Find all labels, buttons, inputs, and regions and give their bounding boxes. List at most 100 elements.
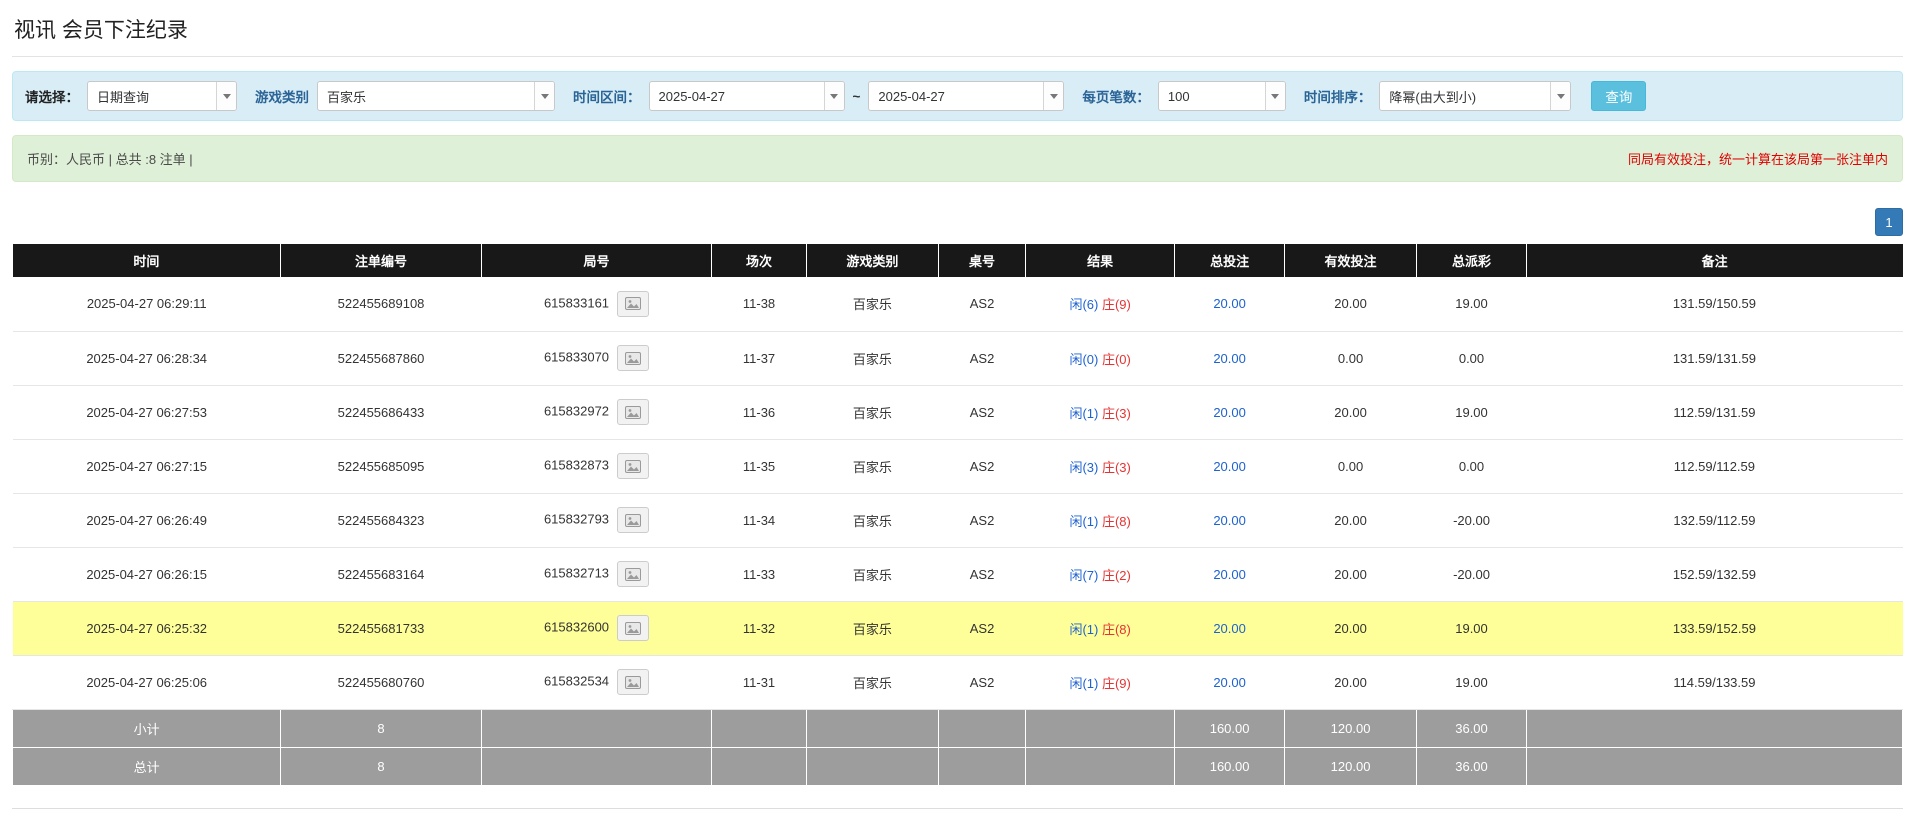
cell-round-id: 615832713 <box>481 547 712 602</box>
cell-table-no: AS2 <box>938 601 1026 656</box>
image-icon <box>625 621 642 635</box>
round-id-value: 615832534 <box>543 673 610 689</box>
chevron-down-icon[interactable] <box>1550 82 1571 110</box>
cell-total-bet: 20.00 <box>1174 547 1285 602</box>
total-count: 8 <box>280 746 482 786</box>
subtotal-payout: 36.00 <box>1416 708 1527 748</box>
game-type-select[interactable]: 百家乐 <box>317 81 555 111</box>
chevron-down-icon[interactable] <box>823 82 844 110</box>
subtotal-empty <box>938 708 1026 748</box>
header-note: 备注 <box>1525 244 1903 277</box>
cell-table-no: AS2 <box>938 547 1026 602</box>
cell-game-type: 百家乐 <box>806 601 939 656</box>
round-image-button[interactable] <box>617 507 650 533</box>
search-button[interactable]: 查询 <box>1591 81 1647 111</box>
cell-note: 112.59/131.59 <box>1526 385 1903 440</box>
total-row: 总计 8 160.00 120.00 36.00 <box>11 746 1904 786</box>
round-image-button[interactable] <box>617 453 650 479</box>
page-title: 视讯 会员下注纪录 <box>12 12 1903 57</box>
page-size-value: 100 <box>1167 88 1190 104</box>
result-banker: 庄(8) <box>1101 513 1131 529</box>
query-type-select[interactable]: 日期查询 <box>87 81 237 111</box>
table-row: 2025-04-27 06:25:32 522455681733 615832600… <box>12 601 1903 656</box>
cell-note: 131.59/131.59 <box>1526 331 1903 386</box>
cell-session: 11-31 <box>711 655 807 710</box>
header-result: 结果 <box>1024 244 1175 277</box>
header-total-bet: 总投注 <box>1174 244 1285 277</box>
total-empty <box>1525 746 1904 786</box>
total-bet-link[interactable]: 20.00 <box>1213 513 1246 528</box>
round-image-button[interactable] <box>617 345 650 371</box>
total-payout: 36.00 <box>1416 746 1527 786</box>
cell-bet-id: 522455683164 <box>280 547 482 602</box>
total-bet-link[interactable]: 20.00 <box>1213 567 1246 582</box>
date-to-picker[interactable]: 2025-04-27 <box>868 81 1065 111</box>
chevron-down-icon[interactable] <box>216 82 236 110</box>
summary-text: 币别：人民币 | 总共 :8 注单 | <box>27 152 193 167</box>
result-banker: 庄(9) <box>1101 297 1131 313</box>
cell-session: 11-38 <box>711 277 807 332</box>
round-image-button[interactable] <box>617 561 650 587</box>
cell-time: 2025-04-27 06:25:06 <box>12 655 281 710</box>
cell-session: 11-35 <box>711 439 807 494</box>
round-id-value: 615833161 <box>543 295 610 311</box>
cell-time: 2025-04-27 06:26:49 <box>12 493 281 548</box>
total-bet-link[interactable]: 20.00 <box>1213 296 1246 311</box>
total-bet-link[interactable]: 20.00 <box>1213 621 1246 636</box>
date-from-picker[interactable]: 2025-04-27 <box>648 81 845 111</box>
cell-time: 2025-04-27 06:28:34 <box>12 331 281 386</box>
cell-valid-bet: 20.00 <box>1284 277 1417 332</box>
total-empty <box>480 746 713 786</box>
cell-time: 2025-04-27 06:29:11 <box>12 277 281 332</box>
cell-result: 闲(6) 庄(9) <box>1025 277 1175 332</box>
image-icon <box>625 405 642 419</box>
total-bet-link[interactable]: 20.00 <box>1213 459 1246 474</box>
total-empty <box>805 746 940 786</box>
total-bet-link[interactable]: 20.00 <box>1213 405 1246 420</box>
image-icon <box>625 675 642 689</box>
header-game-type: 游戏类别 <box>805 244 939 277</box>
subtotal-empty <box>805 708 940 748</box>
cell-payout: -20.00 <box>1416 493 1527 548</box>
summary-notice: 同局有效投注，统一计算在该局第一张注单内 <box>1627 152 1888 167</box>
bottom-divider <box>12 807 1903 818</box>
total-empty <box>1024 746 1176 786</box>
subtotal-empty <box>480 708 713 748</box>
cell-session: 11-33 <box>711 547 807 602</box>
sort-order-select[interactable]: 降幂(由大到小) <box>1379 81 1572 111</box>
chevron-down-icon[interactable] <box>534 82 554 110</box>
total-bet-link[interactable]: 20.00 <box>1213 675 1246 690</box>
cell-session: 11-32 <box>711 601 807 656</box>
cell-total-bet: 20.00 <box>1174 277 1285 332</box>
chevron-down-icon[interactable] <box>1043 82 1064 110</box>
total-bet-link[interactable]: 20.00 <box>1213 351 1246 366</box>
subtotal-total-bet: 160.00 <box>1174 708 1285 748</box>
chevron-down-icon[interactable] <box>1264 82 1285 110</box>
round-image-button[interactable] <box>617 290 650 317</box>
subtotal-row: 小计 8 160.00 120.00 36.00 <box>11 708 1904 748</box>
round-image-button[interactable] <box>617 615 650 641</box>
page-1-button[interactable]: 1 <box>1875 208 1903 236</box>
round-id-value: 615832972 <box>543 403 610 419</box>
image-icon <box>625 351 642 365</box>
round-image-button[interactable] <box>617 399 650 425</box>
subtotal-empty <box>1525 708 1904 748</box>
table-row: 2025-04-27 06:27:15 522455685095 615832873… <box>12 439 1903 494</box>
table-row: 2025-04-27 06:26:15 522455683164 615832713… <box>12 547 1903 602</box>
cell-note: 152.59/132.59 <box>1526 547 1903 602</box>
filter-page-size: 每页笔数： 100 <box>1082 81 1286 111</box>
round-image-button[interactable] <box>617 669 650 695</box>
cell-valid-bet: 20.00 <box>1284 601 1417 656</box>
header-payout: 总派彩 <box>1416 244 1527 277</box>
cell-round-id: 615832793 <box>481 493 712 548</box>
cell-valid-bet: 20.00 <box>1284 547 1417 602</box>
table-row: 2025-04-27 06:28:34 522455687860 615833070… <box>12 331 1903 386</box>
cell-round-id: 615832972 <box>481 385 712 440</box>
page-size-select[interactable]: 100 <box>1157 81 1286 111</box>
cell-game-type: 百家乐 <box>806 547 939 602</box>
table-row: 2025-04-27 06:25:06 522455680760 615832534… <box>12 655 1903 710</box>
cell-result: 闲(7) 庄(2) <box>1025 547 1175 602</box>
round-id-value: 615832793 <box>543 511 610 527</box>
cell-round-id: 615832534 <box>481 655 712 710</box>
cell-bet-id: 522455687860 <box>280 331 482 386</box>
